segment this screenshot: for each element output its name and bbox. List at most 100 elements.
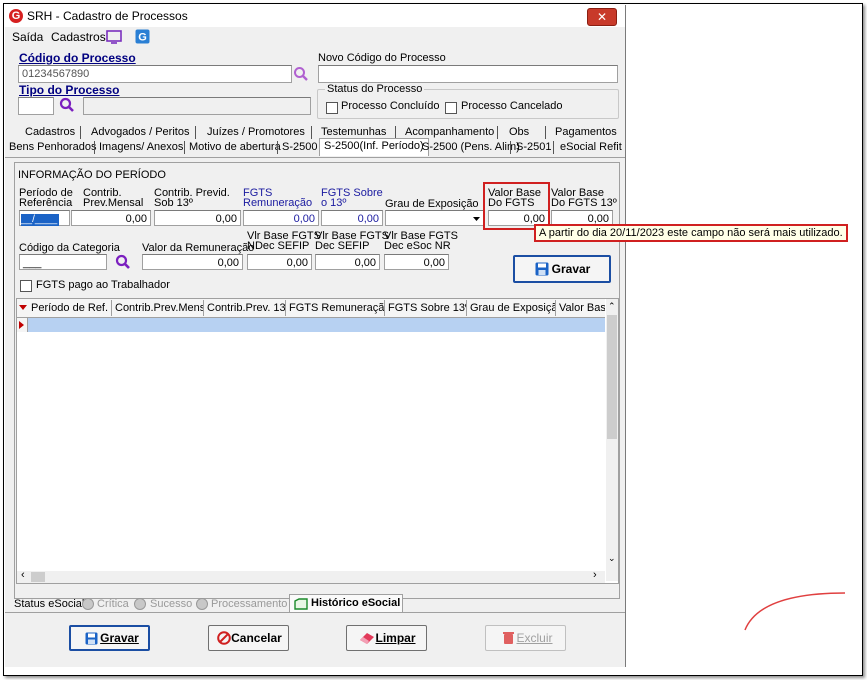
codigo-categoria-label: Código da Categoria [19,242,120,254]
tab-imagens[interactable]: Imagens/ Anexos [99,140,183,155]
col-grau-exposicao[interactable]: Grau de Exposição [467,300,556,316]
save-icon [535,262,549,276]
limpar-label: Limpar [375,631,416,645]
vlr-esoc-input[interactable]: 0,00 [384,254,449,270]
status-processo-label: Status do Processo [325,83,425,95]
fgts-13-input[interactable]: 0,00 [321,210,383,226]
grid-header: Período de Ref. Contrib.Prev.Mensal Cont… [17,299,605,318]
tab-row-2: Bens Penhorados Imagens/ Anexos Motivo d… [5,138,625,158]
excluir-label: Excluir [516,631,553,645]
col-contrib-prev[interactable]: Contrib.Prev.Mensal [112,300,204,316]
limpar-button[interactable]: Limpar [346,625,427,651]
fgts-13-label: FGTS Sobre o 13º [321,187,383,209]
tab-cadastros[interactable]: Cadastros [25,125,75,140]
gravar-periodo-button[interactable]: Gravar [513,255,611,283]
codigo-categoria-input[interactable]: ___ [19,254,107,270]
tab-pagamentos[interactable]: Pagamentos [555,125,617,140]
eraser-icon [360,633,374,644]
tipo-processo-desc [83,97,311,115]
codigo-processo-input[interactable]: 01234567890 [18,65,292,83]
tab-s2501[interactable]: S-2501 [516,140,551,155]
processamento-radio[interactable] [196,598,208,610]
critica-radio[interactable] [82,598,94,610]
vertical-scroll-thumb[interactable] [607,315,617,439]
save-icon [85,632,98,645]
search-icon[interactable] [59,97,75,113]
processo-cancelado-checkbox[interactable] [445,102,457,114]
vlr-nsefip-label: Vlr Base FGTS NDec SEFIP [247,230,321,252]
search-icon[interactable] [115,254,131,270]
processamento-label: Processamento [211,598,288,610]
process-window: G SRH - Cadastro de Processos ✕ Saída Ca… [5,5,848,667]
scroll-right-icon[interactable]: › [593,569,597,581]
search-icon[interactable] [293,66,309,82]
tab-advogados[interactable]: Advogados / Peritos [91,125,189,140]
tab-bens[interactable]: Bens Penhorados [9,140,96,155]
window-title: SRH - Cadastro de Processos [27,9,188,23]
excluir-button[interactable]: Excluir [485,625,566,651]
table-row[interactable] [17,318,605,332]
historico-esocial-tab[interactable]: Histórico eSocial [289,594,403,613]
g-logo-icon[interactable]: G [135,29,150,44]
vertical-scrollbar[interactable]: ⌃ ⌄ [606,299,618,581]
processo-concluido-checkbox[interactable] [326,102,338,114]
tab-s2500[interactable]: S-2500 [282,140,317,155]
tab-motivo[interactable]: Motivo de abertura [189,140,281,155]
valor-remuneracao-label: Valor da Remuneração [142,242,255,254]
contrib-prev-input[interactable]: 0,00 [71,210,151,226]
fgts-rem-label: FGTS Remuneração [243,187,313,209]
gravar-label: Gravar [100,631,139,645]
historico-esocial-label: Histórico eSocial [311,597,401,609]
vlr-dsefip-label: Vlr Base FGTS Dec SEFIP [315,230,389,252]
tab-s2500-pens[interactable]: S-2500 (Pens. Alim) [422,140,520,155]
gravar-button[interactable]: Gravar [69,625,150,651]
horizontal-scrollbar[interactable]: ‹ › [17,569,605,583]
vlr-dsefip-input[interactable]: 0,00 [315,254,380,270]
col-fgts-13[interactable]: FGTS Sobre 13º [385,300,467,316]
scroll-down-icon[interactable]: ⌄ [608,553,616,564]
sort-arrow-icon [19,305,27,310]
col-periodo-ref[interactable]: Período de Ref. [28,300,112,316]
sucesso-radio[interactable] [134,598,146,610]
scroll-up-icon[interactable]: ⌃ [608,301,616,312]
decorative-arc [744,592,846,631]
scroll-left-icon[interactable]: ‹ [21,569,25,581]
monitor-icon[interactable] [106,30,122,44]
tab-esocial-refit[interactable]: eSocial Refit [560,140,622,155]
svg-text:G: G [138,32,147,44]
horizontal-scroll-thumb[interactable] [31,572,45,582]
folder-icon [294,598,308,610]
dropdown-arrow-icon [473,217,480,221]
processo-cancelado-label: Processo Cancelado [461,100,563,112]
contrib-13-input[interactable]: 0,00 [154,210,241,226]
vlr-nsefip-input[interactable]: 0,00 [247,254,312,270]
menu-cadastros[interactable]: Cadastros [51,30,106,44]
gravar-periodo-label: Gravar [551,262,591,276]
valor-base-fgts-highlight [483,182,550,230]
col-valor-base[interactable]: Valor Base [556,300,605,316]
cancelar-button[interactable]: Cancelar [208,625,289,651]
app-logo-icon: G [9,9,23,23]
fgts-pago-checkbox[interactable] [20,280,32,292]
tipo-processo-input[interactable] [18,97,54,115]
periodo-ref-input[interactable]: __/____ [19,210,70,226]
periodo-grid[interactable]: Período de Ref. Contrib.Prev.Mensal Cont… [16,298,619,584]
novo-codigo-input[interactable] [318,65,618,83]
close-button[interactable]: ✕ [587,8,617,26]
fgts-rem-input[interactable]: 0,00 [243,210,319,226]
tab-obs[interactable]: Obs [509,125,529,140]
valor-remuneracao-input[interactable]: 0,00 [142,254,243,270]
critica-label: Crítica [97,598,129,610]
col-fgts-rem[interactable]: FGTS Remuneração [286,300,385,316]
tab-juizes[interactable]: Juízes / Promotores [207,125,305,140]
novo-codigo-label: Novo Código do Processo [318,52,446,64]
menu-saida[interactable]: Saída [12,30,43,44]
col-contrib-13[interactable]: Contrib.Prev. 13º [204,300,286,316]
grau-exposicao-label: Grau de Exposição [385,198,479,210]
processo-concluido-label: Processo Concluído [341,100,440,112]
section-title: INFORMAÇÃO DO PERÍODO [18,169,166,181]
tab-s2500-inf-periodo[interactable]: S-2500(Inf. Período) [319,138,429,156]
selected-row[interactable] [28,318,605,332]
cancel-icon [217,631,231,645]
grau-exposicao-select[interactable] [385,210,484,226]
